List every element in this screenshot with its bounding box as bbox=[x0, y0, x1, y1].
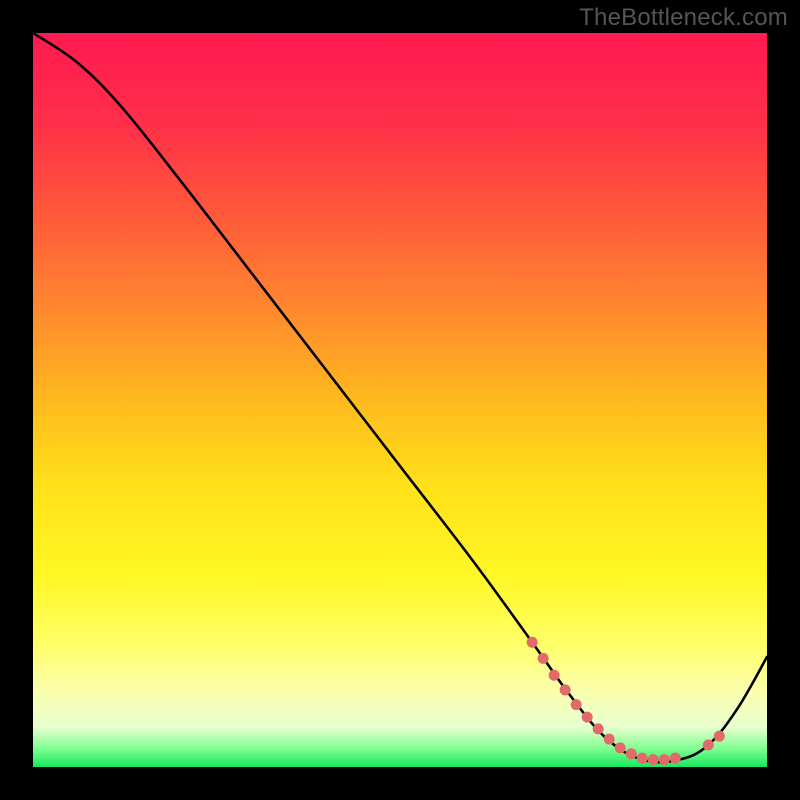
marker-dot bbox=[604, 734, 615, 745]
marker-dot bbox=[549, 670, 560, 681]
marker-dot bbox=[538, 653, 549, 664]
marker-dot bbox=[527, 637, 538, 648]
watermark-text: TheBottleneck.com bbox=[579, 4, 788, 32]
curve-layer bbox=[33, 33, 767, 767]
plot-area bbox=[33, 33, 767, 767]
main-curve bbox=[33, 33, 767, 762]
marker-dots bbox=[527, 637, 725, 765]
marker-dot bbox=[626, 748, 637, 759]
marker-dot bbox=[648, 754, 659, 765]
marker-dot bbox=[703, 739, 714, 750]
marker-dot bbox=[560, 684, 571, 695]
marker-dot bbox=[615, 742, 626, 753]
marker-dot bbox=[670, 753, 681, 764]
marker-dot bbox=[571, 699, 582, 710]
marker-dot bbox=[714, 731, 725, 742]
marker-dot bbox=[582, 712, 593, 723]
marker-dot bbox=[637, 753, 648, 764]
marker-dot bbox=[593, 723, 604, 734]
chart-frame: TheBottleneck.com bbox=[0, 0, 800, 800]
marker-dot bbox=[659, 754, 670, 765]
